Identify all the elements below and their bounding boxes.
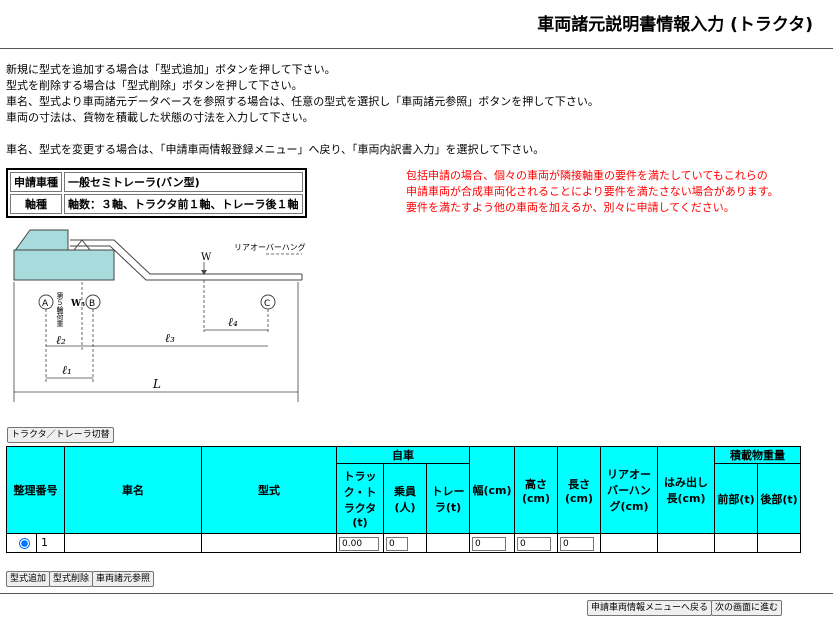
header-rear-overhang: リアオーバーハング(cm) [600,446,658,534]
page-title: 車両諸元説明書情報入力 (トラクタ) [537,15,813,35]
header-rear: 後部(t) [757,463,801,534]
row-select-radio[interactable] [19,537,30,549]
header-own-vehicle: 自車 [336,446,470,464]
table-row: 1 [6,533,801,553]
reference-spec-button[interactable]: 車両諸元参照 [92,571,155,587]
row-rear-weight [757,533,801,553]
w5-label: W₅ [70,299,85,309]
instruction-gap [6,126,599,142]
row-rear-overhang [600,533,658,553]
l4-label: ℓ₄ [228,315,238,329]
instructions: 新規に型式を追加する場合は「型式追加」ボタンを押して下さい。 型式を削除する場合… [6,62,599,158]
instruction-line: 車両の寸法は、貨物を積載した状態の寸法を入力して下さい。 [6,111,314,124]
delete-type-button[interactable]: 型式削除 [49,571,94,587]
header-vehicle-name: 車名 [64,446,202,534]
warning-line: 要件を満たすよう他の車両を加えるか、別々に申請してください。 [406,201,735,214]
l3-label: ℓ₃ [165,331,175,345]
warning-line: 申請車両が合成車両化されることにより要件を満たさない場合があります。 [406,185,779,198]
bottom-divider [0,593,833,594]
row-model [201,533,337,553]
axle-a-label: A [42,299,49,309]
row-front-weight [714,533,758,553]
vehicle-info-box: 申請車種 一般セミトレーラ(バン型) 軸種 軸数：３軸、トラクタ前１軸、トレーラ… [6,168,307,218]
vehicle-info-table: 申請車種 一般セミトレーラ(バン型) 軸種 軸数：３軸、トラクタ前１軸、トレーラ… [8,170,305,216]
axle-type-label: 軸種 [10,194,62,214]
instruction-line: 車名、型式を変更する場合は、「申請車両情報登録メニュー」へ戻り、「車両内訳書入力… [6,143,545,156]
axle-c-label: C [264,299,270,309]
warning-text: 包括申請の場合、個々の車両が隣接軸重の要件を満たしていてもこれらの 申請車両が合… [406,168,779,216]
warning-line: 包括申請の場合、個々の車両が隣接軸重の要件を満たしていてもこれらの [406,169,768,182]
axle-b-label: B [89,299,95,309]
width-input[interactable] [472,536,506,551]
fifth-wheel-load-label: 第５輪荷重 [56,291,64,327]
L-label: L [152,377,161,391]
row-trailer-weight [426,533,470,553]
header-crew: 乗員(人) [383,463,427,534]
header-trailer: トレーラ(t) [426,463,470,534]
header-overhang: はみ出し長(cm) [657,446,715,534]
header-tractor: トラック・トラクタ(t) [336,463,384,534]
instruction-line: 車名、型式より車両諸元データベースを参照する場合は、任意の型式を選択し「車両諸元… [6,95,599,108]
row-index: 1 [36,534,48,552]
add-type-button[interactable]: 型式追加 [6,571,51,587]
back-to-menu-button[interactable]: 申請車両情報メニューへ戻る [587,600,713,616]
top-divider [0,48,833,49]
vehicle-diagram: リアオーバーハング W A B C W₅ 第５輪荷重 ℓ₄ ℓ₃ ℓ₂ ℓ₁ L [13,229,306,402]
vehicle-type-label: 申請車種 [10,172,62,192]
header-number: 整理番号 [6,446,65,534]
tractor-trailer-switch-button[interactable]: トラクタ／トレーラ切替 [7,427,114,443]
instruction-line: 新規に型式を追加する場合は「型式追加」ボタンを押して下さい。 [6,63,336,76]
w-label: W [201,252,212,263]
vehicle-type-value: 一般セミトレーラ(バン型) [64,172,303,192]
header-length: 長さ(cm) [557,446,601,534]
instruction-line: 型式を削除する場合は「型式削除」ボタンを押して下さい。 [6,79,303,92]
l2-label: ℓ₂ [56,333,66,347]
row-select-cell: 1 [6,533,65,553]
header-model: 型式 [201,446,337,534]
axle-type-value: 軸数：３軸、トラクタ前１軸、トレーラ後１軸 [64,194,303,214]
header-cargo-weight: 積載物重量 [714,446,801,464]
l1-label: ℓ₁ [62,363,72,377]
tractor-weight-input[interactable] [339,536,379,551]
next-screen-button[interactable]: 次の画面に進む [711,600,783,616]
vehicle-spec-table: 整理番号 車名 型式 自車 幅(cm) 高さ(cm) 長さ(cm) リアオーバー… [6,446,801,553]
header-width: 幅(cm) [469,446,515,534]
rear-overhang-label: リアオーバーハング [234,242,306,252]
tractor-chassis [13,249,115,281]
header-height: 高さ(cm) [514,446,558,534]
crew-input[interactable] [386,536,408,551]
fifth-wheel [72,239,92,251]
length-input[interactable] [560,536,594,551]
header-front: 前部(t) [714,463,758,534]
height-input[interactable] [517,536,551,551]
row-overhang [657,533,715,553]
row-vehicle-name [64,533,202,553]
